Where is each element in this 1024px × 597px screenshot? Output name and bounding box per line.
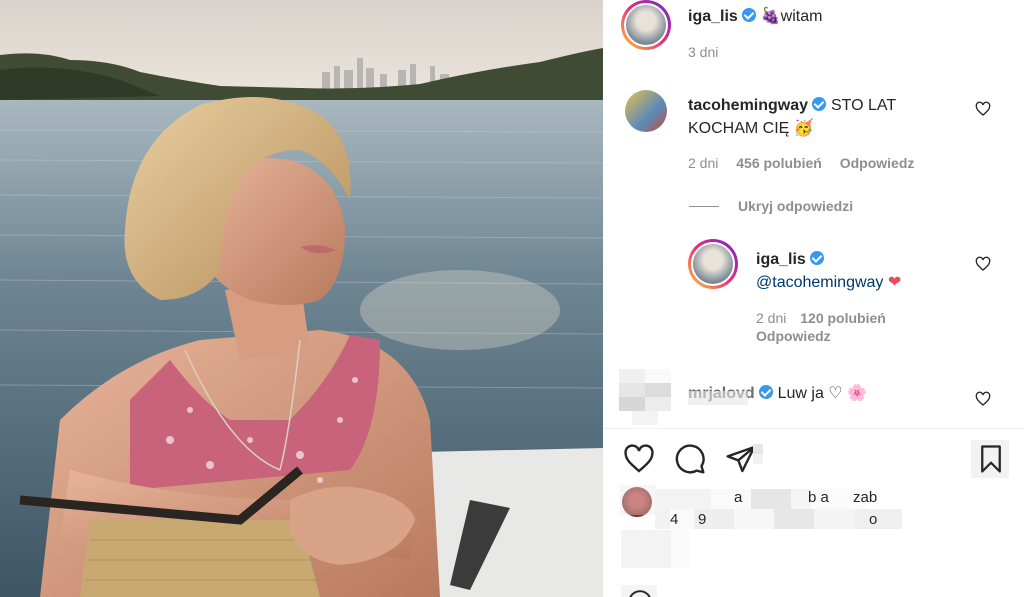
liked-by-fragment: o	[869, 511, 878, 528]
comment-reply-button[interactable]: Odpowiedz	[840, 155, 915, 171]
comment-bubble-icon[interactable]	[674, 443, 706, 475]
comment-username[interactable]: tacohemingway	[688, 97, 808, 114]
verified-badge-icon	[742, 8, 757, 22]
liked-by-fragment: b a	[808, 489, 829, 506]
commenter-avatar[interactable]	[625, 90, 667, 132]
emoji-smiley-icon[interactable]	[627, 589, 653, 597]
white-heart-emoji: ♡	[828, 385, 843, 402]
pixelation-overlay	[753, 454, 763, 464]
verified-badge-icon	[812, 97, 827, 111]
comment-likes[interactable]: 456 polubień	[736, 155, 822, 171]
reply-meta: 2 dni 120 polubień Odpowiedz	[756, 309, 886, 345]
comment-text-line2: KOCHAM CIĘ	[688, 120, 790, 137]
replies-divider	[689, 206, 719, 207]
hide-replies-button[interactable]: Ukryj odpowiedzi	[738, 198, 853, 214]
liked-by-fragment: a	[734, 489, 743, 506]
reply-time[interactable]: 2 dni	[756, 310, 786, 326]
reply-avatar[interactable]	[688, 239, 738, 289]
caption-time[interactable]: 3 dni	[688, 44, 718, 60]
caption-emoji: 🍇	[760, 8, 781, 25]
author-avatar[interactable]	[621, 0, 671, 50]
caption-line: iga_lis 🍇witam	[688, 6, 822, 26]
comment-time[interactable]: 2 dni	[688, 155, 718, 171]
like-heart-icon[interactable]	[623, 443, 655, 475]
author-username[interactable]: iga_lis	[688, 8, 738, 25]
flower-emoji: 🌸	[847, 385, 868, 402]
verified-badge-icon	[759, 385, 774, 399]
bookmark-icon[interactable]	[976, 443, 1006, 475]
red-heart-emoji: ❤	[887, 274, 902, 291]
reply-likes[interactable]: 120 polubień	[800, 310, 886, 326]
reply-username[interactable]: iga_lis	[756, 251, 806, 268]
comment-text-line1: STO LAT	[830, 97, 897, 114]
liked-by-fragment: zab	[853, 489, 878, 506]
photo-image	[0, 0, 603, 597]
comments-panel: iga_lis 🍇witam 3 dni tacohemingway STO L…	[603, 0, 1024, 597]
verified-badge-icon	[810, 251, 825, 265]
comment-like-heart-icon[interactable]	[975, 101, 991, 117]
reply-body: iga_lis @tacohemingway ❤	[756, 248, 901, 294]
comment-meta: 2 dni 456 polubień Odpowiedz	[688, 155, 914, 171]
comment3-text: Luw ja	[777, 385, 824, 402]
liked-by-fragment: 9	[698, 511, 707, 528]
caption-text: witam	[780, 8, 823, 25]
reply-like-heart-icon[interactable]	[975, 256, 991, 272]
pixelation-overlay	[753, 444, 763, 454]
comment3-like-heart-icon[interactable]	[975, 391, 991, 407]
party-emoji: 🥳	[793, 120, 814, 137]
reply-mention[interactable]: @tacohemingway	[756, 274, 883, 291]
actions-divider	[603, 428, 1024, 429]
pixelation-overlay	[688, 391, 748, 405]
comment-body: tacohemingway STO LAT KOCHAM CIĘ 🥳	[688, 94, 978, 140]
liked-by-fragment: 4	[670, 511, 679, 528]
post-photo[interactable]	[0, 0, 603, 597]
reply-reply-button[interactable]: Odpowiedz	[756, 328, 831, 344]
commenter-avatar-pixelated[interactable]	[619, 369, 671, 425]
